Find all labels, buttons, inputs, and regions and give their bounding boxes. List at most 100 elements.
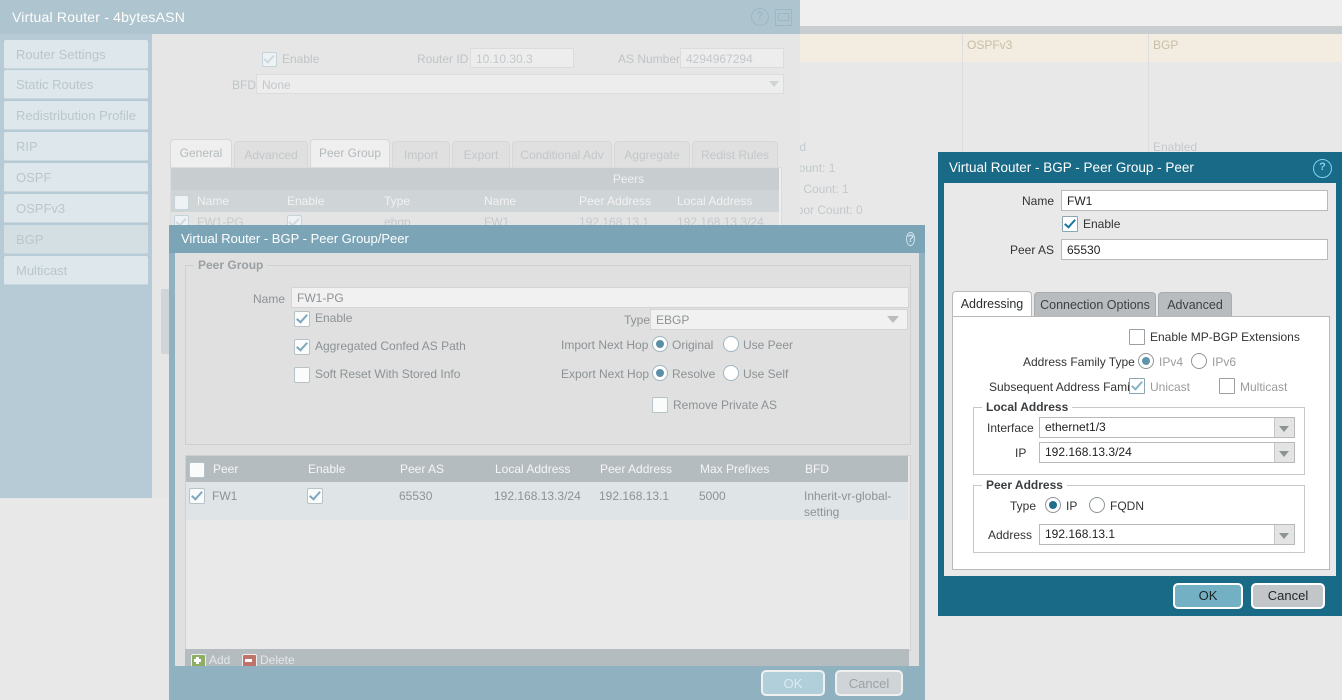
tab-redist-rules[interactable]: Redist Rules	[692, 141, 778, 167]
pg-export-next-hop-resolve-radio[interactable]	[652, 365, 668, 381]
pg-peer-table: Peer Enable Peer AS Local Address Peer A…	[185, 455, 911, 651]
tab-conditional-adv[interactable]: Conditional Adv	[512, 141, 612, 167]
bg-toolbar	[780, 0, 1342, 27]
bg-table-header: f OSPFv3 BGP	[780, 34, 1342, 62]
pg-enable-checkbox[interactable]	[294, 311, 310, 327]
pg-cancel-button[interactable]: Cancel	[835, 670, 903, 696]
local-address-legend: Local Address	[982, 400, 1072, 414]
chevron-down-icon[interactable]	[1274, 418, 1294, 437]
ip-select[interactable]: 192.168.13.3/24	[1039, 442, 1295, 463]
address-family-ipv4-radio[interactable]	[1138, 353, 1154, 369]
address-family-ipv6-label: IPv6	[1212, 355, 1236, 369]
sidebar-item-rip[interactable]: RIP	[4, 132, 148, 161]
peer-enable-checkbox[interactable]	[1062, 216, 1078, 232]
pg-import-next-hop-use-peer-label: Use Peer	[743, 338, 793, 352]
peer-group-fieldset-legend: Peer Group	[194, 258, 267, 272]
pg-cell-local-address: 192.168.13.3/24	[494, 488, 581, 504]
tab-advanced[interactable]: Advanced	[1158, 292, 1232, 317]
pg-cell-peer: FW1	[212, 488, 237, 504]
interface-value: ethernet1/3	[1045, 420, 1106, 434]
peer-group-dialog-title: Virtual Router - BGP - Peer Group/Peer	[181, 231, 409, 246]
subsequent-unicast-checkbox[interactable]	[1129, 378, 1145, 394]
chevron-down-icon[interactable]	[1274, 525, 1294, 544]
pg-type-select[interactable]: EBGP	[650, 309, 908, 330]
address-family-ipv6-radio[interactable]	[1191, 353, 1207, 369]
vr-router-id-input[interactable]: 10.10.30.3	[470, 48, 574, 68]
tab-connection-options[interactable]: Connection Options	[1034, 292, 1156, 317]
tab-import[interactable]: Import	[392, 141, 450, 167]
sidebar-item-router-settings[interactable]: Router Settings	[4, 40, 148, 69]
sidebar-item-ospf[interactable]: OSPF	[4, 163, 148, 192]
peer-name-input[interactable]: FW1	[1061, 190, 1328, 211]
vr-select-all-checkbox[interactable]	[174, 195, 189, 210]
sidebar-item-bgp[interactable]: BGP	[4, 225, 148, 254]
help-icon[interactable]: ?	[906, 232, 915, 246]
pg-th-peer-address: Peer Address	[593, 456, 693, 482]
pg-th-local-address: Local Address	[488, 456, 593, 482]
vr-th-type: Type	[378, 190, 478, 212]
pg-cell-bfd: Inherit-vr-global-setting	[804, 488, 904, 520]
sidebar-item-multicast[interactable]: Multicast	[4, 256, 148, 285]
tab-advanced[interactable]: Advanced	[234, 141, 308, 167]
peer-as-input[interactable]: 65530	[1061, 239, 1328, 260]
chevron-down-icon[interactable]	[1274, 443, 1294, 462]
sidebar-item-redistribution-profile[interactable]: Redistribution Profile	[4, 101, 148, 130]
help-icon[interactable]: ?	[751, 8, 769, 26]
peer-group-dialog-footer: OK Cancel	[169, 666, 925, 700]
vr-enable-checkbox[interactable]	[262, 52, 277, 67]
vr-bfd-select[interactable]: None	[256, 74, 784, 94]
pg-remove-private-as-checkbox[interactable]	[652, 397, 668, 413]
subsequent-multicast-checkbox[interactable]	[1219, 378, 1235, 394]
chevron-down-icon[interactable]	[887, 316, 899, 323]
vr-as-number-input[interactable]: 4294967294	[680, 48, 784, 68]
tab-export[interactable]: Export	[452, 141, 510, 167]
help-icon[interactable]: ?	[1313, 159, 1332, 178]
virtual-router-sidebar: Router Settings Static Routes Redistribu…	[0, 34, 152, 498]
peer-address-label: Address	[988, 528, 1032, 542]
pg-peer-select-all-checkbox[interactable]	[189, 462, 205, 478]
vr-enable-label: Enable	[282, 52, 319, 66]
tab-general[interactable]: General	[170, 139, 232, 167]
peer-dialog-body: Name FW1 Enable Peer AS 65530 Addressing…	[944, 183, 1336, 576]
interface-label: Interface	[987, 421, 1034, 435]
vr-bfd-label: BFD	[232, 78, 256, 92]
peer-group-dialog: Virtual Router - BGP - Peer Group/Peer ?…	[169, 225, 925, 700]
sidebar-item-ospfv3[interactable]: OSPFv3	[4, 194, 148, 223]
pg-import-next-hop-use-peer-radio[interactable]	[723, 336, 739, 352]
pg-th-bfd: BFD	[798, 456, 908, 482]
minimize-icon[interactable]	[775, 9, 792, 26]
peer-address-value: 192.168.13.1	[1045, 527, 1115, 541]
sidebar-item-static-routes[interactable]: Static Routes	[4, 70, 148, 99]
peer-ok-button[interactable]: OK	[1173, 583, 1243, 609]
virtual-router-title: Virtual Router - 4bytesASN	[12, 9, 185, 25]
minus-icon-bar	[245, 659, 252, 662]
pg-soft-reset-label: Soft Reset With Stored Info	[315, 367, 460, 381]
pg-th-peer-as: Peer AS	[393, 456, 488, 482]
tab-peer-group[interactable]: Peer Group	[310, 139, 390, 167]
vr-table-group-peers: Peers	[478, 168, 779, 190]
peer-address-select[interactable]: 192.168.13.1	[1039, 524, 1295, 545]
chevron-down-icon[interactable]	[769, 81, 779, 87]
pg-row-select-checkbox[interactable]	[189, 488, 205, 504]
pg-export-next-hop-use-self-radio[interactable]	[723, 365, 739, 381]
pg-soft-reset-checkbox[interactable]	[294, 367, 310, 383]
ip-label: IP	[1015, 446, 1026, 460]
tab-aggregate[interactable]: Aggregate	[614, 141, 690, 167]
pg-add-label[interactable]: Add	[209, 653, 230, 667]
pg-th-peer: Peer	[206, 456, 301, 482]
peer-address-type-fqdn-label: FQDN	[1110, 499, 1144, 513]
peer-cancel-button[interactable]: Cancel	[1251, 583, 1325, 609]
peer-address-type-ip-radio[interactable]	[1045, 497, 1061, 513]
pg-name-input[interactable]: FW1-PG	[291, 287, 909, 308]
peer-address-type-fqdn-radio[interactable]	[1089, 497, 1105, 513]
pg-import-next-hop-original-radio[interactable]	[652, 336, 668, 352]
pg-delete-label[interactable]: Delete	[260, 653, 295, 667]
vr-table-group-blank	[171, 168, 478, 190]
pg-ok-button[interactable]: OK	[761, 670, 825, 696]
peer-address-legend: Peer Address	[982, 478, 1067, 492]
peer-dialog: Virtual Router - BGP - Peer Group - Peer…	[938, 152, 1342, 616]
mp-bgp-checkbox[interactable]	[1129, 329, 1145, 345]
pg-aggregated-confed-checkbox[interactable]	[294, 339, 310, 355]
tab-addressing[interactable]: Addressing	[952, 291, 1032, 317]
interface-select[interactable]: ethernet1/3	[1039, 417, 1295, 438]
